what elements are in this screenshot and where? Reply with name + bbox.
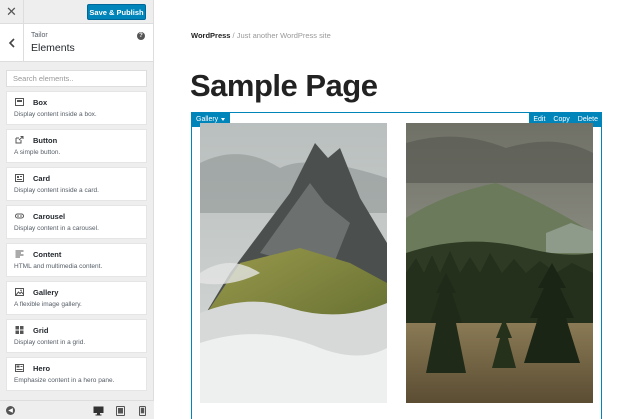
page-title: Sample Page bbox=[190, 68, 378, 103]
site-tagline: Just another WordPress site bbox=[236, 31, 331, 40]
element-button[interactable]: Button A simple button. bbox=[6, 129, 147, 163]
gallery-image-forest-valley[interactable] bbox=[406, 123, 593, 403]
element-carousel[interactable]: Carousel Display content in a carousel. bbox=[6, 205, 147, 239]
element-desc: A flexible image gallery. bbox=[14, 301, 82, 308]
element-title: Carousel bbox=[33, 212, 66, 221]
gallery-image-mountain-peak[interactable] bbox=[200, 123, 387, 403]
gallery-label-text: Gallery bbox=[196, 116, 219, 123]
external-link-icon bbox=[15, 136, 24, 144]
element-title: Card bbox=[33, 174, 51, 183]
grid-icon bbox=[15, 326, 24, 334]
element-desc: Display content inside a box. bbox=[14, 111, 97, 118]
element-desc: Display content in a grid. bbox=[14, 339, 86, 346]
mobile-icon[interactable] bbox=[137, 405, 148, 416]
box-icon bbox=[15, 98, 24, 106]
delete-button[interactable]: Delete bbox=[574, 116, 602, 123]
element-title: Hero bbox=[33, 364, 51, 373]
search-wrap bbox=[0, 62, 153, 91]
edit-button[interactable]: Edit bbox=[529, 116, 549, 123]
close-icon[interactable]: ✕ bbox=[0, 0, 24, 24]
element-list: Box Display content inside a box. Button… bbox=[0, 91, 153, 391]
element-grid[interactable]: Grid Display content in a grid. bbox=[6, 319, 147, 353]
element-card[interactable]: Card Display content inside a card. bbox=[6, 167, 147, 201]
back-icon[interactable] bbox=[0, 24, 24, 62]
element-desc: Display content in a carousel. bbox=[14, 225, 99, 232]
site-name[interactable]: WordPress bbox=[191, 31, 230, 40]
element-gallery[interactable]: Gallery A flexible image gallery. bbox=[6, 281, 147, 315]
save-publish-button[interactable]: Save & Publish bbox=[87, 4, 146, 20]
panel-header: Tailor Elements ? bbox=[0, 24, 153, 62]
element-desc: HTML and multimedia content. bbox=[14, 263, 103, 270]
panel-title: Elements bbox=[31, 42, 75, 54]
element-hero[interactable]: Hero Emphasize content in a hero pane. bbox=[6, 357, 147, 391]
customizer-sidebar: ✕ Save & Publish Tailor Elements ? Box D… bbox=[0, 0, 154, 419]
help-icon[interactable]: ? bbox=[137, 32, 145, 40]
desktop-icon[interactable] bbox=[93, 405, 104, 416]
site-branding: WordPress / Just another WordPress site bbox=[191, 31, 331, 40]
gallery-element[interactable]: Gallery Edit Copy Delete bbox=[191, 112, 602, 419]
element-content[interactable]: Content HTML and multimedia content. bbox=[6, 243, 147, 277]
element-desc: Display content inside a card. bbox=[14, 187, 99, 194]
element-box[interactable]: Box Display content inside a box. bbox=[6, 91, 147, 125]
image-icon bbox=[15, 288, 24, 296]
collapse-icon[interactable]: ◀ bbox=[6, 406, 15, 415]
card-icon bbox=[15, 174, 24, 182]
hero-icon bbox=[15, 364, 24, 372]
element-title: Gallery bbox=[33, 288, 59, 297]
sidebar-topbar: ✕ Save & Publish bbox=[0, 0, 153, 24]
element-title: Content bbox=[33, 250, 62, 259]
element-title: Grid bbox=[33, 326, 49, 335]
text-align-icon bbox=[15, 250, 24, 258]
tablet-icon[interactable] bbox=[115, 405, 126, 416]
search-input[interactable] bbox=[6, 70, 147, 87]
element-desc: Emphasize content in a hero pane. bbox=[14, 377, 115, 384]
panel-subtitle: Tailor bbox=[31, 32, 48, 39]
element-title: Button bbox=[33, 136, 58, 145]
site-preview: WordPress / Just another WordPress site … bbox=[155, 0, 640, 419]
sidebar-footer: ◀ bbox=[0, 400, 154, 419]
copy-button[interactable]: Copy bbox=[549, 116, 573, 123]
element-title: Box bbox=[33, 98, 48, 107]
element-desc: A simple button. bbox=[14, 149, 61, 156]
caret-down-icon bbox=[221, 118, 226, 121]
carousel-icon bbox=[15, 213, 24, 219]
